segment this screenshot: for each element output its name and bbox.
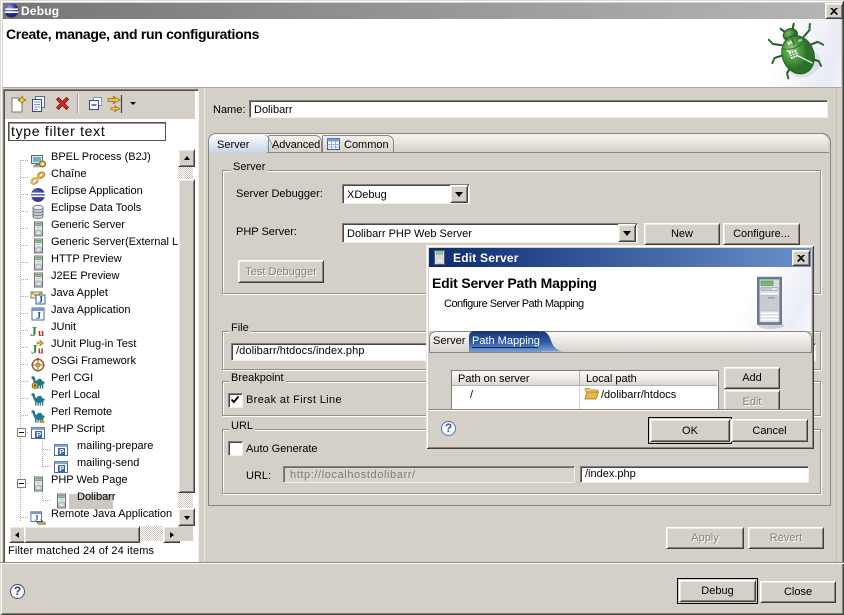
svg-text:J: J xyxy=(36,311,41,322)
svg-text:J: J xyxy=(38,295,43,305)
svg-text:u: u xyxy=(38,327,44,339)
svg-text:u: u xyxy=(38,345,44,356)
svg-text:J: J xyxy=(30,325,37,339)
svg-text:P: P xyxy=(36,430,41,439)
svg-text:P: P xyxy=(59,447,64,456)
